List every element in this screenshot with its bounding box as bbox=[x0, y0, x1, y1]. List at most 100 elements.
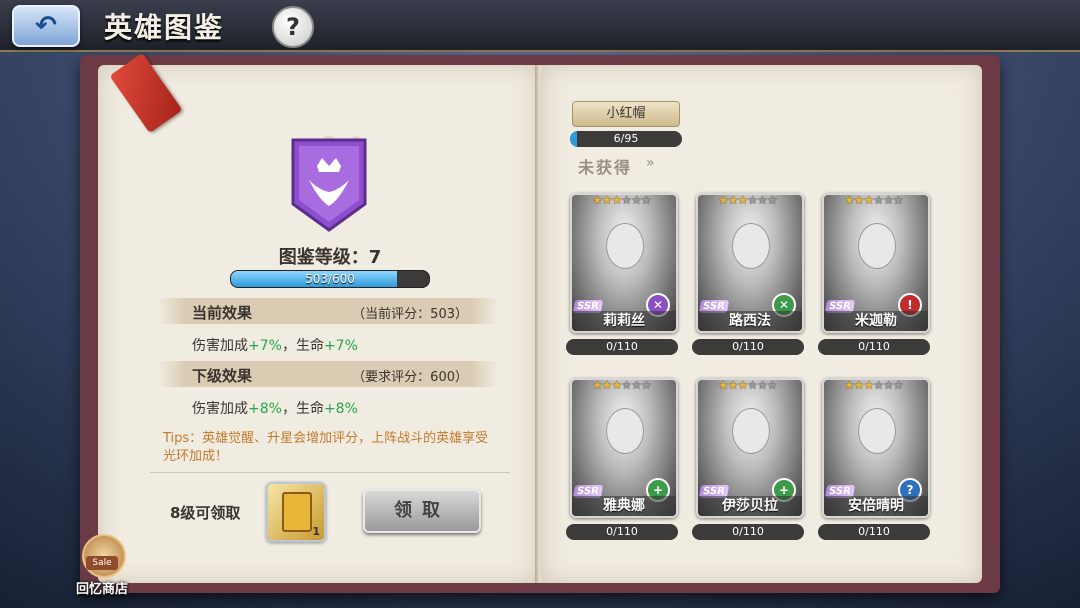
divider bbox=[150, 472, 510, 473]
hero-card-frame: ★★★★★★ SSR ✕ 路西法 bbox=[696, 193, 804, 333]
next-effect-hp-label: ，生命 bbox=[281, 401, 324, 417]
reward-quantity: 1 bbox=[312, 525, 320, 538]
star-icon: ★ bbox=[737, 193, 749, 207]
hero-face bbox=[858, 408, 896, 454]
hero-card-frame: ★★★★★★ SSR + 雅典娜 bbox=[570, 378, 678, 518]
star-icon: ★ bbox=[727, 193, 739, 207]
back-arrow-icon: ↶ bbox=[35, 11, 57, 41]
hero-face bbox=[606, 408, 644, 454]
memory-shop-button[interactable]: Sale 回忆商店 bbox=[70, 534, 134, 604]
current-effect-hp-value: +7% bbox=[323, 338, 358, 354]
star-rating: ★★★★★★ bbox=[592, 193, 652, 207]
star-icon: ★ bbox=[727, 378, 739, 392]
star-rating: ★★★★★★ bbox=[718, 378, 778, 392]
star-icon: ★ bbox=[640, 193, 652, 207]
current-effect-header: 当前效果 （当前评分：503） bbox=[158, 298, 498, 324]
hero-card-frame: ★★★★★★ SSR! 米迦勒 bbox=[822, 193, 930, 333]
previous-hero-name[interactable]: 小红帽 bbox=[572, 101, 680, 127]
codex-level-progress-label: 503/600 bbox=[305, 272, 355, 286]
next-effect-title: 下级效果 bbox=[192, 367, 253, 385]
claim-level-label: 8级可领取 bbox=[170, 504, 241, 522]
next-effect-damage-value: +8% bbox=[248, 401, 282, 417]
star-icon: ★ bbox=[747, 378, 758, 392]
star-icon: ★ bbox=[853, 193, 865, 207]
unobtained-section-label: 未获得 bbox=[578, 158, 633, 177]
page-title: 英雄图鉴 bbox=[104, 11, 225, 44]
reward-card-icon bbox=[282, 492, 312, 532]
hero-card[interactable]: ★★★★★★ SSR + 伊莎贝拉 0/110 bbox=[692, 378, 804, 540]
star-icon: ★ bbox=[863, 193, 875, 207]
star-icon: ★ bbox=[892, 378, 904, 392]
hero-fragment-progress: 0/110 bbox=[818, 524, 930, 540]
reward-item[interactable]: 1 bbox=[266, 482, 326, 542]
star-icon: ★ bbox=[757, 378, 768, 392]
star-icon: ★ bbox=[853, 378, 865, 392]
top-bar: ↶ 英雄图鉴 ? bbox=[0, 0, 1080, 52]
star-icon: ★ bbox=[601, 378, 613, 392]
codex-level: 图鉴等级：7 bbox=[278, 247, 382, 268]
next-effect-header: 下级效果 （要求评分：600） bbox=[158, 361, 498, 387]
help-button[interactable]: ? bbox=[272, 6, 314, 48]
hero-fragment-progress: 0/110 bbox=[692, 339, 804, 355]
current-effect-damage-value: +7% bbox=[248, 338, 282, 354]
chevron-right-icon: » bbox=[646, 155, 655, 171]
hero-face bbox=[732, 408, 770, 454]
hero-face bbox=[606, 223, 644, 269]
sale-badge: Sale bbox=[86, 556, 118, 570]
star-icon: ★ bbox=[592, 193, 603, 207]
current-effect-title: 当前效果 bbox=[192, 304, 253, 322]
hero-face bbox=[858, 223, 896, 269]
star-icon: ★ bbox=[621, 193, 632, 207]
star-icon: ★ bbox=[844, 378, 855, 392]
next-effect-line: 伤害加成+8%，生命+8% bbox=[192, 398, 358, 418]
hero-name: 米迦勒 bbox=[824, 311, 928, 331]
hero-card[interactable]: ★★★★★★ SSR + 雅典娜 0/110 bbox=[566, 378, 678, 540]
star-icon: ★ bbox=[640, 378, 652, 392]
star-rating: ★★★★★★ bbox=[844, 378, 904, 392]
codex-emblem-icon bbox=[289, 136, 369, 234]
next-effect-hp-value: +8% bbox=[323, 401, 358, 417]
question-icon: ? bbox=[286, 13, 300, 41]
star-rating: ★★★★★★ bbox=[718, 193, 778, 207]
hero-face bbox=[732, 223, 770, 269]
star-icon: ★ bbox=[863, 378, 875, 392]
hero-fragment-progress: 0/110 bbox=[692, 524, 804, 540]
star-icon: ★ bbox=[766, 193, 778, 207]
hero-name: 伊莎贝拉 bbox=[698, 496, 802, 516]
tips-text: Tips：英雄觉醒、升星会增加评分，上阵战斗的英雄享受光环加成！ bbox=[163, 431, 489, 464]
star-icon: ★ bbox=[601, 193, 613, 207]
star-icon: ★ bbox=[873, 193, 884, 207]
hero-card-frame: ★★★★★★ SSR ✕ 莉莉丝 bbox=[570, 193, 678, 333]
hero-card[interactable]: ★★★★★★ SSR? 安倍晴明 0/110 bbox=[818, 378, 930, 540]
next-effect-damage-label: 伤害加成 bbox=[192, 401, 248, 417]
star-icon: ★ bbox=[737, 378, 749, 392]
star-icon: ★ bbox=[844, 193, 855, 207]
hero-name: 安倍晴明 bbox=[824, 496, 928, 516]
hero-card[interactable]: ★★★★★★ SSR ✕ 莉莉丝 0/110 bbox=[566, 193, 678, 355]
star-icon: ★ bbox=[892, 193, 904, 207]
current-effect-rating: （当前评分：503） bbox=[352, 307, 468, 322]
hero-fragment-progress: 0/110 bbox=[818, 339, 930, 355]
star-icon: ★ bbox=[757, 193, 768, 207]
next-effect-rating: （要求评分：600） bbox=[352, 370, 468, 385]
star-icon: ★ bbox=[611, 193, 623, 207]
star-icon: ★ bbox=[873, 378, 884, 392]
current-effect-line: 伤害加成+7%，生命+7% bbox=[192, 335, 358, 355]
star-icon: ★ bbox=[718, 193, 729, 207]
hero-name: 雅典娜 bbox=[572, 496, 676, 516]
claim-button[interactable]: 领取 bbox=[363, 489, 481, 533]
star-icon: ★ bbox=[718, 378, 729, 392]
star-rating: ★★★★★★ bbox=[844, 193, 904, 207]
hero-card[interactable]: ★★★★★★ SSR ✕ 路西法 0/110 bbox=[692, 193, 804, 355]
star-icon: ★ bbox=[631, 378, 642, 392]
hero-card[interactable]: ★★★★★★ SSR! 米迦勒 0/110 bbox=[818, 193, 930, 355]
hero-card-frame: ★★★★★★ SSR? 安倍晴明 bbox=[822, 378, 930, 518]
star-icon: ★ bbox=[611, 378, 623, 392]
back-button[interactable]: ↶ bbox=[12, 5, 80, 47]
star-icon: ★ bbox=[621, 378, 632, 392]
current-effect-damage-label: 伤害加成 bbox=[192, 338, 248, 354]
hero-fragment-progress: 0/110 bbox=[566, 339, 678, 355]
hero-card-frame: ★★★★★★ SSR + 伊莎贝拉 bbox=[696, 378, 804, 518]
shop-label: 回忆商店 bbox=[75, 582, 128, 597]
hero-name: 莉莉丝 bbox=[572, 311, 676, 331]
